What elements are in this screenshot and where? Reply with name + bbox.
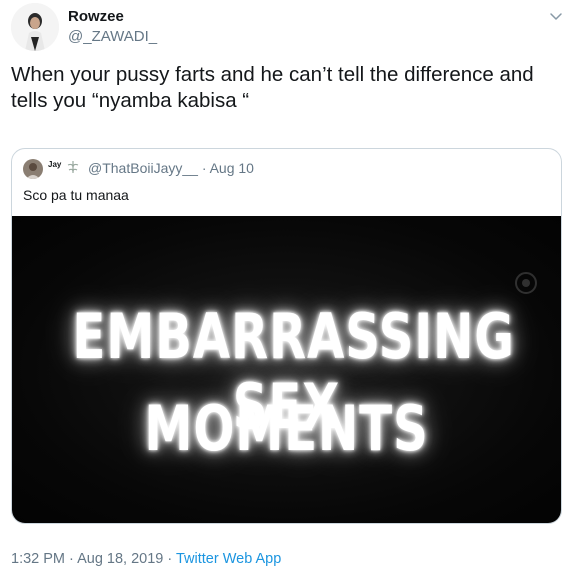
quoted-handle-date[interactable]: @ThatBoiiJayy__ · Aug 10: [88, 160, 254, 176]
quoted-author-avatar[interactable]: [23, 159, 43, 179]
author-handle[interactable]: @_ZAWADI_: [68, 28, 157, 45]
quoted-tweet-card[interactable]: Jay @ThatBoiiJayy__ · Aug 10 Sco pa tu m…: [11, 148, 562, 524]
watermark-icon: [513, 270, 539, 296]
chevron-down-icon[interactable]: [547, 8, 565, 26]
tweet-source-link[interactable]: Twitter Web App: [176, 551, 281, 567]
quoted-tweet-text: Sco pa tu manaa: [23, 187, 129, 203]
media-text-line-2: MOMENTS: [144, 392, 429, 465]
author-avatar[interactable]: [11, 3, 59, 51]
quoted-author-display-name[interactable]: Jay: [48, 160, 61, 169]
tweet-text: When your pussy farts and he can’t tell …: [11, 63, 534, 112]
tweet-timestamp[interactable]: 1:32 PM · Aug 18, 2019 ·: [11, 551, 176, 567]
quoted-media-image[interactable]: EMBARRASSING SEX MOMENTS: [12, 216, 561, 523]
author-display-name[interactable]: Rowzee: [68, 8, 124, 25]
tweet-footer: 1:32 PM · Aug 18, 2019 · Twitter Web App: [11, 551, 281, 567]
leaf-emoji-icon: [65, 159, 81, 175]
